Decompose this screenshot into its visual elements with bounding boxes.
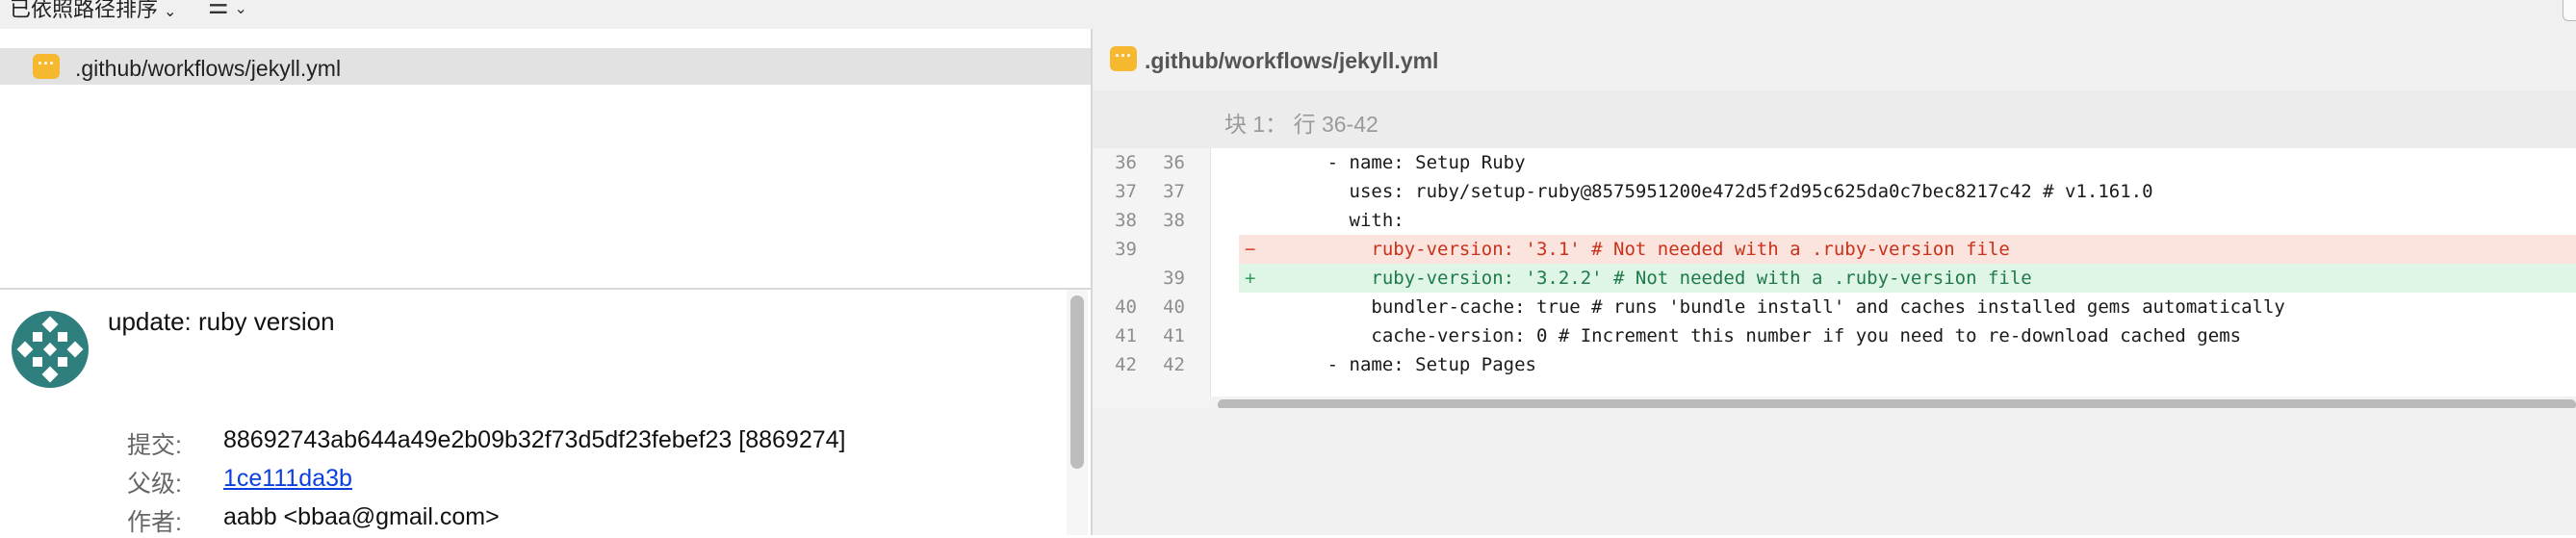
new-line-number: 41 [1163,325,1185,346]
diff-line-deleted: 39 − ruby-version: '3.1' # Not needed wit… [1093,235,2576,264]
file-path: .github/workflows/jekyll.yml [75,56,342,81]
new-line-number: 36 [1163,152,1185,173]
diff-view: ··· .github/workflows/jekyll.yml 块 1： 行 … [1093,29,2576,535]
diff-line: 42 42 - name: Setup Pages [1093,350,2576,379]
code-text: - name: Setup Ruby [1261,152,1526,173]
diff-line: 41 41 cache-version: 0 # Increment this n… [1093,321,2576,350]
old-line-number: 41 [1115,325,1137,346]
new-line-number: 40 [1163,296,1185,318]
diff-sign: − [1245,239,1256,260]
modified-file-icon: ··· [33,54,60,79]
diff-header: ··· .github/workflows/jekyll.yml [1093,29,2576,90]
diff-code: 36 36 - name: Setup Ruby 37 37 uses: ruby/s… [1093,148,2576,412]
sort-label: 已依照路径排序 [10,0,159,21]
code-text: cache-version: 0 # Increment this number… [1261,325,2242,346]
old-line-number: 37 [1115,181,1137,202]
old-line-number: 38 [1115,210,1137,231]
commit-hash-label: 提交: [127,432,182,459]
chevron-down-icon: ⌄ [164,4,177,20]
new-line-number: 39 [1163,268,1185,289]
diff-line: 38 38 with: [1093,206,2576,235]
diff-file-path: .github/workflows/jekyll.yml [1145,48,1439,73]
new-line-number: 37 [1163,181,1185,202]
code-text: - name: Setup Pages [1261,354,1536,375]
chevron-down-icon: ⌄ [234,1,247,17]
diff-empty-area [1093,408,2576,535]
commit-hash-value: 88692743ab644a49e2b09b32f73d5df23febef23… [223,426,846,453]
diff-line-added: 39 + ruby-version: '3.2.2' # Not needed w… [1093,264,2576,293]
commit-message: update: ruby version [108,307,335,336]
parent-commit-link[interactable]: 1ce111da3b [223,465,352,493]
author-value: aabb <bbaa@gmail.com> [223,503,500,530]
diff-line: 40 40 bundler-cache: true # runs 'bundle … [1093,293,2576,321]
modified-file-icon: ··· [1110,46,1137,71]
toolbar-corner-button[interactable] [2563,0,2576,21]
code-text: ruby-version: '3.2.2' # Not needed with … [1261,268,2032,289]
line-background [1239,206,2576,235]
commit-details: update: ruby version 提交: 88692743ab644a4… [0,290,1091,536]
new-line-number: 42 [1163,354,1185,375]
code-text: with: [1261,210,1404,231]
code-text: ruby-version: '3.1' # Not needed with a … [1261,239,2010,260]
sort-dropdown[interactable]: 已依照路径排序 ⌄ [10,0,176,23]
diff-line: 36 36 - name: Setup Ruby [1093,148,2576,177]
file-list-item[interactable]: ··· .github/workflows/jekyll.yml [0,48,1091,85]
changed-files-list: ··· .github/workflows/jekyll.yml [0,29,1091,289]
old-line-number: 42 [1115,354,1137,375]
diff-line: 37 37 uses: ruby/setup-ruby@8575951200e47… [1093,177,2576,206]
toolbar: 已依照路径排序 ⌄ ☰ ⌄ [0,0,2576,29]
avatar [12,311,89,388]
old-line-number: 40 [1115,296,1137,318]
old-line-number: 39 [1115,239,1137,260]
details-scrollbar-thumb[interactable] [1070,295,1084,469]
list-icon: ☰ [208,0,229,19]
old-line-number: 36 [1115,152,1137,173]
view-options-dropdown[interactable]: ☰ ⌄ [208,0,247,20]
hunk-label: 块 1： 行 36-42 [1224,112,1378,137]
code-text: uses: ruby/setup-ruby@8575951200e472d5f2… [1261,181,2153,202]
diff-sign: + [1245,268,1256,289]
parent-label: 父级: [127,471,182,498]
new-line-number: 38 [1163,210,1185,231]
code-text: bundler-cache: true # runs 'bundle insta… [1261,296,2285,318]
author-label: 作者: [127,509,182,536]
